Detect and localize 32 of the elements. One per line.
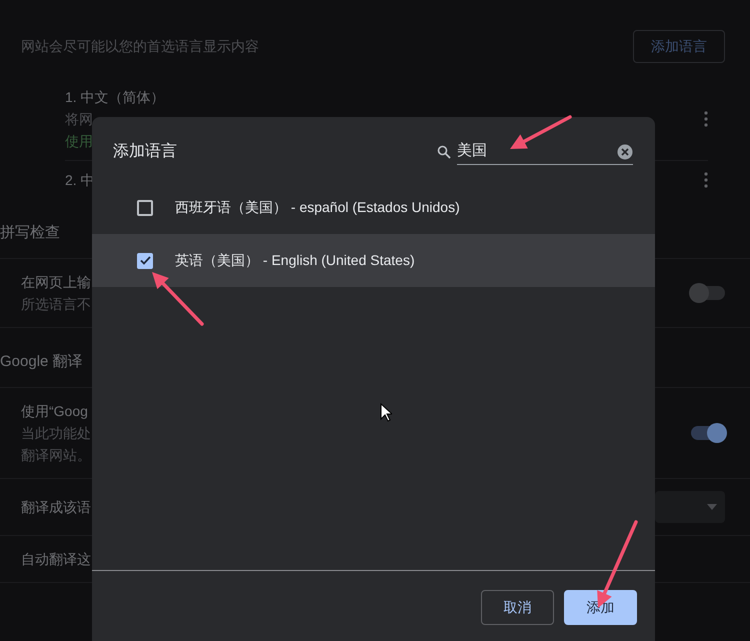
description-text: 网站会尽可能以您的首选语言显示内容: [21, 37, 259, 56]
annotation-arrow: [152, 272, 204, 326]
setting-description: 翻译网站。: [21, 446, 91, 465]
setting-description: 当此功能处: [21, 424, 91, 443]
annotation-arrow: [510, 115, 572, 149]
check-icon: [140, 256, 150, 265]
cancel-button[interactable]: 取消: [481, 590, 554, 625]
mouse-pointer-icon: [380, 403, 392, 422]
setting-label: 使用“Goog: [21, 402, 88, 421]
clear-icon[interactable]: [617, 144, 633, 160]
setting-label: 翻译成该语: [21, 498, 91, 517]
checkbox[interactable]: [137, 200, 153, 216]
language-option[interactable]: 英语（美国） - English (United States): [92, 234, 655, 287]
caret-icon: [707, 504, 717, 510]
language-note: 将网: [65, 110, 93, 129]
language-name: 1. 中文（简体）: [65, 88, 165, 107]
dialog-title: 添加语言: [113, 142, 177, 162]
setting-label: 在网页上输: [21, 273, 91, 292]
toggle-switch[interactable]: [691, 286, 725, 300]
section-title: Google 翻译: [0, 352, 83, 372]
more-icon[interactable]: [704, 111, 708, 127]
section-title: 拼写检查: [0, 223, 60, 244]
language-option[interactable]: 西班牙语（美国） - español (Estados Unidos): [92, 181, 655, 234]
search-icon: [437, 145, 451, 159]
option-label: 英语（美国） - English (United States): [175, 251, 415, 270]
toggle-switch[interactable]: [691, 426, 725, 440]
more-icon[interactable]: [704, 172, 708, 188]
checkbox[interactable]: [137, 252, 153, 268]
option-label: 西班牙语（美国） - español (Estados Unidos): [175, 198, 460, 217]
setting-description: 所选语言不: [21, 295, 91, 314]
language-note: 使用: [65, 132, 93, 151]
setting-label: 自动翻译这: [21, 550, 91, 569]
